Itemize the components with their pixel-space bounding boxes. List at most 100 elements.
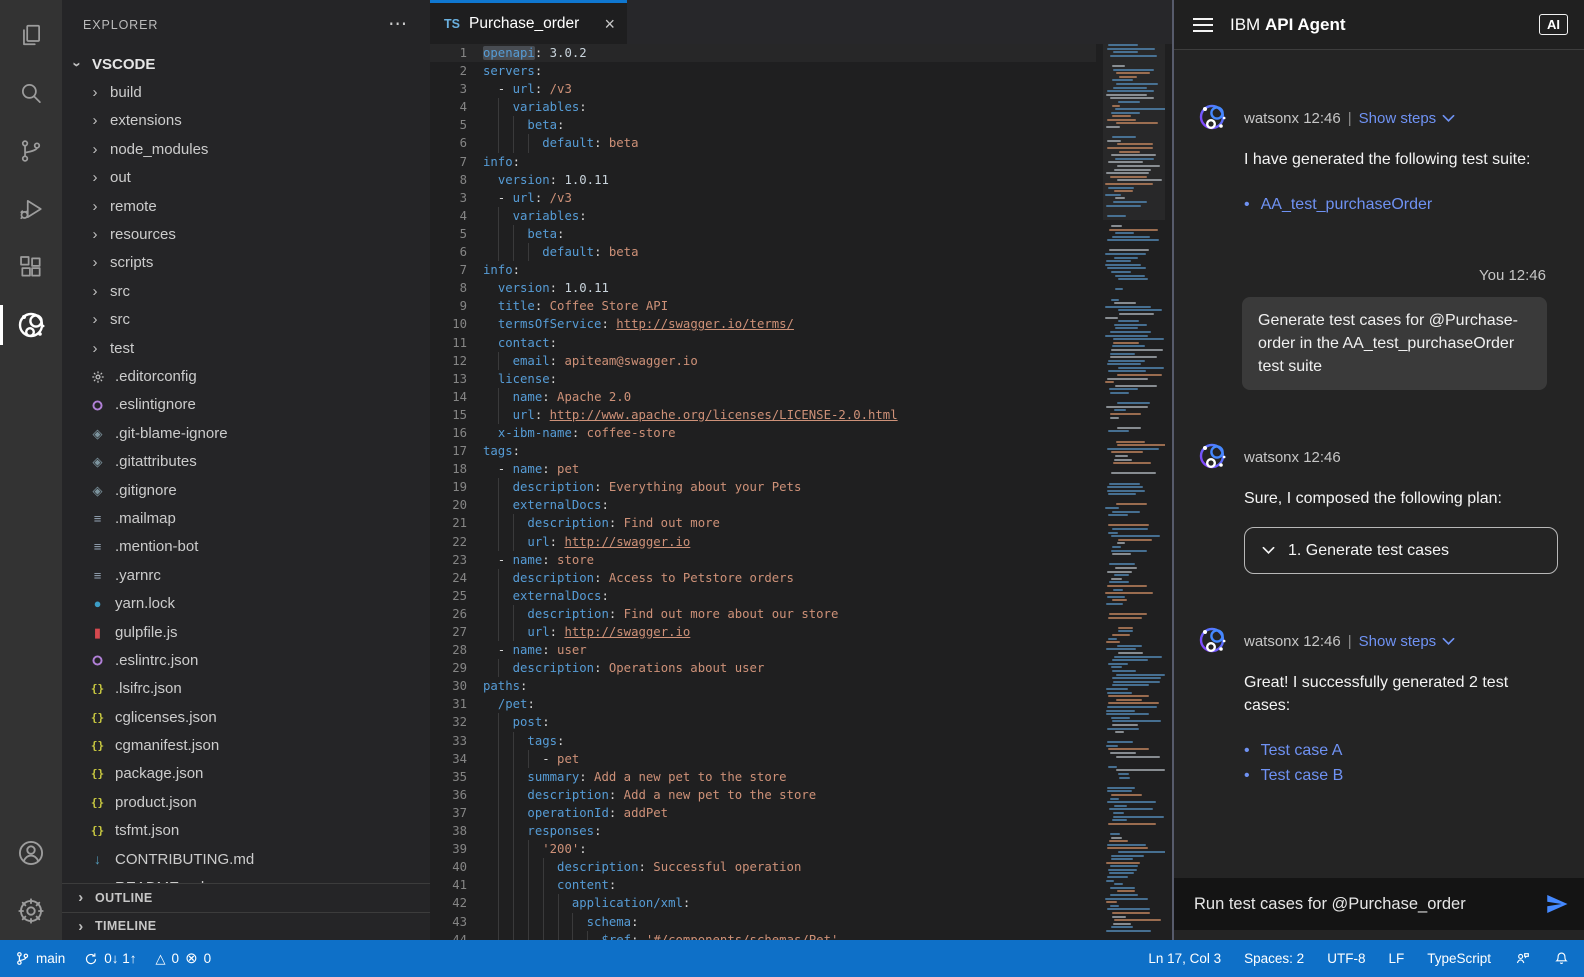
code-line-20[interactable]: 20 externalDocs: <box>430 496 1096 515</box>
code-line-37[interactable]: 37 operationId: addPet <box>430 803 1096 823</box>
tree-file-.lsifrc.json[interactable]: {} .lsifrc.json <box>62 675 430 703</box>
code-line-7[interactable]: 7 info: <box>430 261 1096 279</box>
indentation-setting[interactable]: Spaces: 2 <box>1244 951 1304 966</box>
tree-file-.mention-bot[interactable]: ≡ .mention-bot <box>62 533 430 561</box>
code-line-12[interactable]: 12 email: apiteam@swagger.io <box>430 351 1096 370</box>
tree-file-gulpfile.js[interactable]: ▮ gulpfile.js <box>62 618 430 646</box>
tree-folder-src[interactable]: › src <box>62 306 430 334</box>
tree-folder-src[interactable]: › src <box>62 277 430 305</box>
code-line-7[interactable]: 7 info: <box>430 153 1096 171</box>
tree-file-.gitattributes[interactable]: ◈ .gitattributes <box>62 447 430 475</box>
code-line-25[interactable]: 25 externalDocs: <box>430 586 1096 605</box>
tree-file-CONTRIBUTING.md[interactable]: ↓ CONTRIBUTING.md <box>62 845 430 873</box>
code-line-17[interactable]: 17 tags: <box>430 442 1096 460</box>
code-line-27[interactable]: 27 url: http://swagger.io <box>430 623 1096 642</box>
problems-indicator[interactable]: △ 0 ⊗ 0 <box>156 951 212 966</box>
timeline-section[interactable]: › TIMELINE <box>62 911 430 941</box>
code-line-10[interactable]: 10 termsOfService: http://swagger.io/ter… <box>430 315 1096 333</box>
hamburger-menu-icon[interactable] <box>1193 17 1213 33</box>
show-steps-button[interactable]: Show steps <box>1359 110 1456 127</box>
tree-file-.yarnrc[interactable]: ≡ .yarnrc <box>62 561 430 589</box>
code-line-42[interactable]: 42 application/xml: <box>430 894 1096 913</box>
code-line-32[interactable]: 32 post: <box>430 713 1096 732</box>
tree-file-yarn.lock[interactable]: ● yarn.lock <box>62 589 430 617</box>
cursor-position[interactable]: Ln 17, Col 3 <box>1148 951 1221 966</box>
code-line-34[interactable]: 34 - pet <box>430 749 1096 768</box>
code-line-18[interactable]: 18 - name: pet <box>430 460 1096 478</box>
code-line-3[interactable]: 3 - url: /v3 <box>430 189 1096 207</box>
git-branch-indicator[interactable]: main <box>15 951 65 966</box>
tree-file-.eslintrc.json[interactable]: .eslintrc.json <box>62 646 430 674</box>
tab-purchase-order[interactable]: TS Purchase_order × <box>430 0 627 44</box>
code-line-3[interactable]: 3 - url: /v3 <box>430 80 1096 98</box>
tree-file-tsfmt.json[interactable]: {} tsfmt.json <box>62 817 430 845</box>
code-line-5[interactable]: 5 beta: <box>430 116 1096 135</box>
tree-folder-test[interactable]: › test <box>62 334 430 362</box>
tree-file-.mailmap[interactable]: ≡ .mailmap <box>62 504 430 532</box>
result-link[interactable]: • AA_test_purchaseOrder <box>1244 192 1558 217</box>
activity-bar-item-source-control[interactable] <box>0 122 62 180</box>
code-line-5[interactable]: 5 beta: <box>430 224 1096 244</box>
code-line-6[interactable]: 6 default: beta <box>430 134 1096 153</box>
activity-bar-item-watsonx[interactable] <box>0 296 62 354</box>
plan-step-accordion[interactable]: 1. Generate test cases <box>1244 527 1558 574</box>
code-line-26[interactable]: 26 description: Find out more about our … <box>430 604 1096 623</box>
result-link[interactable]: • Test case B <box>1244 763 1558 788</box>
feedback-icon[interactable] <box>1514 951 1531 966</box>
activity-bar-item-search[interactable] <box>0 64 62 122</box>
tree-folder-build[interactable]: › build <box>62 78 430 106</box>
close-icon[interactable]: × <box>604 15 615 33</box>
tree-file-package.json[interactable]: {} package.json <box>62 760 430 788</box>
code-line-43[interactable]: 43 schema: <box>430 912 1096 931</box>
tree-file-README.md[interactable]: ↓README.md <box>62 873 430 883</box>
code-line-41[interactable]: 41 content: <box>430 876 1096 895</box>
code-line-8[interactable]: 8 version: 1.0.11 <box>430 279 1096 297</box>
code-line-44[interactable]: 44 $ref: '#/components/schemas/Pet' <box>430 930 1096 940</box>
tree-file-.gitignore[interactable]: ◈ .gitignore <box>62 476 430 504</box>
code-line-30[interactable]: 30 paths: <box>430 677 1096 695</box>
activity-bar-item-settings[interactable] <box>0 882 62 940</box>
language-mode[interactable]: TypeScript <box>1427 951 1491 966</box>
tree-folder-extensions[interactable]: › extensions <box>62 107 430 135</box>
code-line-22[interactable]: 22 url: http://swagger.io <box>430 532 1096 551</box>
tree-folder-resources[interactable]: › resources <box>62 220 430 248</box>
tree-root-folder[interactable]: › VSCODE <box>62 50 430 78</box>
code-line-21[interactable]: 21 description: Find out more <box>430 514 1096 533</box>
code-line-4[interactable]: 4 variables: <box>430 206 1096 225</box>
code-line-38[interactable]: 38 responses: <box>430 822 1096 841</box>
code-line-15[interactable]: 15 url: http://www.apache.org/licenses/L… <box>430 405 1096 424</box>
code-line-14[interactable]: 14 name: Apache 2.0 <box>430 387 1096 406</box>
code-line-16[interactable]: 16 x-ibm-name: coffee-store <box>430 424 1096 442</box>
code-line-35[interactable]: 35 summary: Add a new pet to the store <box>430 767 1096 786</box>
code-line-11[interactable]: 11 contact: <box>430 334 1096 352</box>
tree-folder-node_modules[interactable]: › node_modules <box>62 135 430 163</box>
code-line-40[interactable]: 40 description: Successful operation <box>430 858 1096 877</box>
activity-bar-item-run-debug[interactable] <box>0 180 62 238</box>
bell-icon[interactable] <box>1554 951 1569 966</box>
code-line-19[interactable]: 19 description: Everything about your Pe… <box>430 478 1096 497</box>
code-line-4[interactable]: 4 variables: <box>430 98 1096 117</box>
code-line-13[interactable]: 13 license: <box>430 370 1096 388</box>
tree-folder-out[interactable]: › out <box>62 164 430 192</box>
code-editor[interactable]: 1 openapi: 3.0.2 2 servers: 3 - url: /v3 4 va… <box>430 44 1096 940</box>
activity-bar-item-account[interactable] <box>0 824 62 882</box>
code-line-9[interactable]: 9 title: Coffee Store API <box>430 297 1096 315</box>
tree-file-.git-blame-ignore[interactable]: ◈ .git-blame-ignore <box>62 419 430 447</box>
code-line-33[interactable]: 33 tags: <box>430 731 1096 750</box>
code-line-36[interactable]: 36 description: Add a new pet to the sto… <box>430 785 1096 804</box>
tree-file-.eslintignore[interactable]: .eslintignore <box>62 391 430 419</box>
code-line-39[interactable]: 39 '200': <box>430 840 1096 859</box>
code-line-6[interactable]: 6 default: beta <box>430 243 1096 262</box>
outline-section[interactable]: › OUTLINE <box>62 883 430 912</box>
send-icon[interactable] <box>1545 892 1569 916</box>
tree-folder-scripts[interactable]: › scripts <box>62 249 430 277</box>
tree-file-cgmanifest.json[interactable]: {} cgmanifest.json <box>62 731 430 759</box>
tree-file-.editorconfig[interactable]: .editorconfig <box>62 362 430 390</box>
code-line-23[interactable]: 23 - name: store <box>430 551 1096 569</box>
code-line-8[interactable]: 8 version: 1.0.11 <box>430 171 1096 189</box>
tree-file-product.json[interactable]: {} product.json <box>62 788 430 816</box>
activity-bar-item-extensions[interactable] <box>0 238 62 296</box>
code-line-28[interactable]: 28 - name: user <box>430 641 1096 659</box>
code-line-1[interactable]: 1 openapi: 3.0.2 <box>430 44 1096 63</box>
activity-bar-item-explorer[interactable] <box>0 6 62 64</box>
